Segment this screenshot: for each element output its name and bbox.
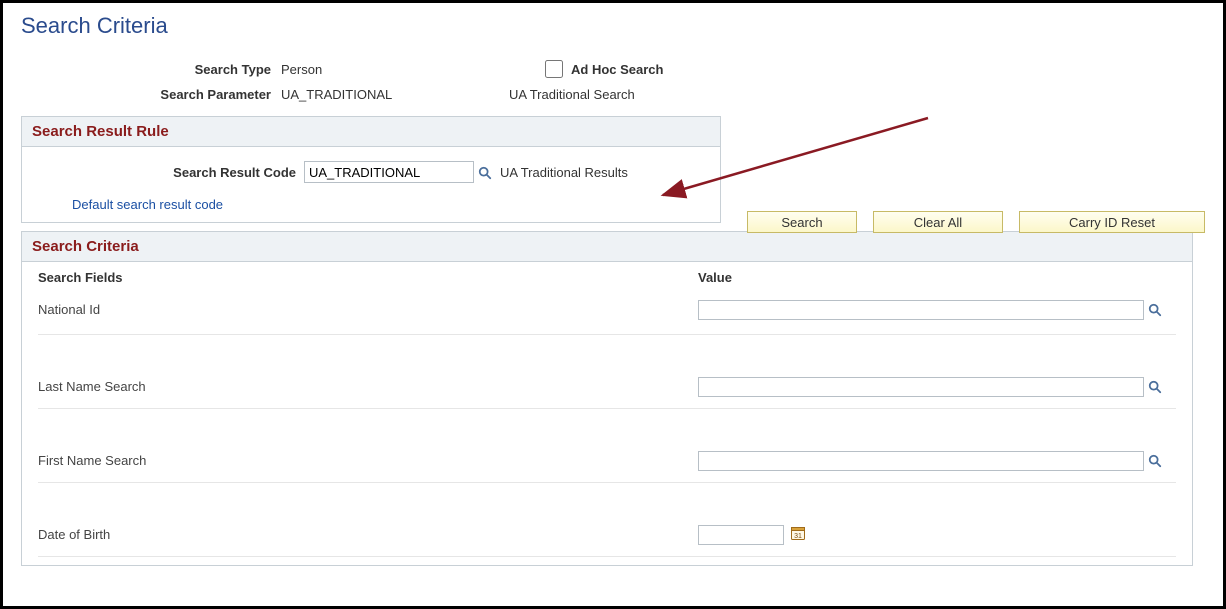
search-type-label: Search Type xyxy=(21,62,281,77)
field-label-first-name: First Name Search xyxy=(38,453,698,468)
field-label-date-of-birth: Date of Birth xyxy=(38,527,698,542)
search-result-code-input[interactable] xyxy=(304,161,474,183)
date-of-birth-input[interactable] xyxy=(698,525,784,545)
search-criteria-section: Search Criteria Search Fields Value Nati… xyxy=(21,231,1193,566)
search-result-code-description: UA Traditional Results xyxy=(500,165,628,180)
carry-id-reset-button[interactable]: Carry ID Reset xyxy=(1019,211,1205,233)
ad-hoc-search-checkbox[interactable] xyxy=(545,60,563,78)
search-parameter-label: Search Parameter xyxy=(21,87,281,102)
search-result-rule-section: Search Result Rule Search Result Code UA… xyxy=(21,116,721,223)
first-name-search-input[interactable] xyxy=(698,451,1144,471)
search-criteria-header: Search Criteria xyxy=(22,232,1192,262)
search-button[interactable]: Search xyxy=(747,211,857,233)
last-name-lookup-icon[interactable] xyxy=(1148,379,1162,395)
national-id-lookup-icon[interactable] xyxy=(1148,302,1162,318)
search-parameter-description: UA Traditional Search xyxy=(509,87,635,102)
field-label-last-name: Last Name Search xyxy=(38,379,698,394)
calendar-icon[interactable]: 31 xyxy=(790,525,806,544)
first-name-lookup-icon[interactable] xyxy=(1148,453,1162,469)
search-result-rule-header: Search Result Rule xyxy=(22,117,720,147)
default-search-result-code-link[interactable]: Default search result code xyxy=(72,197,223,212)
value-column-header: Value xyxy=(698,270,1176,285)
national-id-input[interactable] xyxy=(698,300,1144,320)
ad-hoc-search-label: Ad Hoc Search xyxy=(571,62,663,77)
clear-all-button[interactable]: Clear All xyxy=(873,211,1003,233)
svg-text:31: 31 xyxy=(794,533,802,540)
page-title: Search Criteria xyxy=(21,13,1205,39)
field-label-national-id: National Id xyxy=(38,302,698,317)
search-type-value: Person xyxy=(281,62,501,77)
search-fields-column-header: Search Fields xyxy=(38,270,698,285)
search-result-code-label: Search Result Code xyxy=(32,165,304,180)
last-name-search-input[interactable] xyxy=(698,377,1144,397)
search-parameter-value: UA_TRADITIONAL xyxy=(281,87,411,102)
search-result-code-lookup-icon[interactable] xyxy=(478,164,492,180)
